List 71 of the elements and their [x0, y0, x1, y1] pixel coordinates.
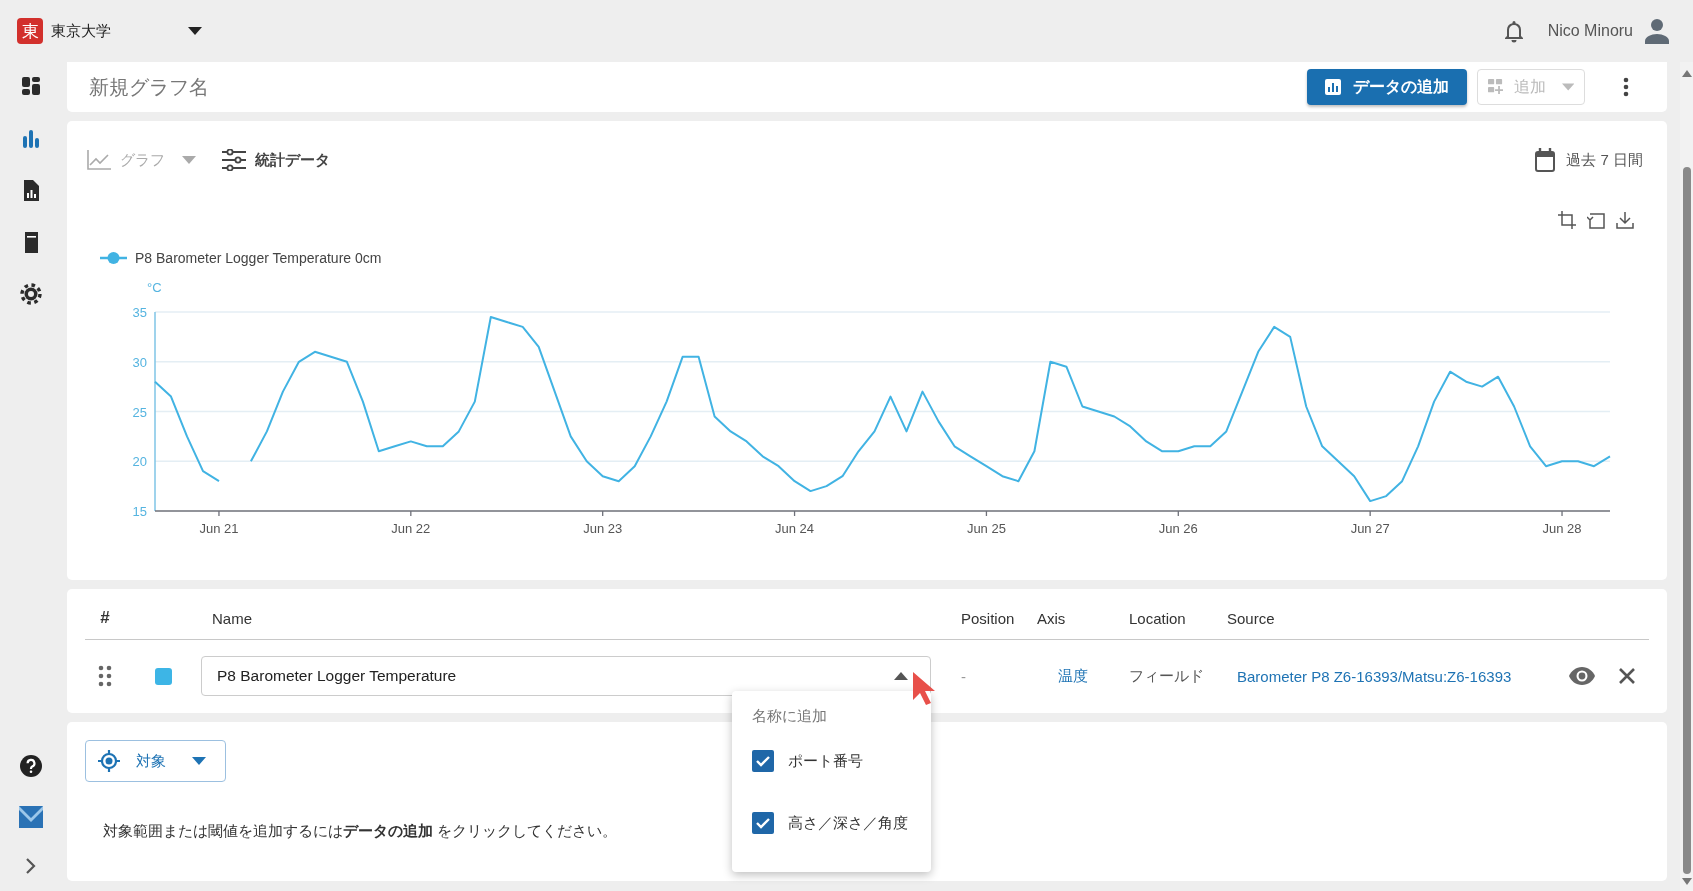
org-logo: 東 — [17, 18, 43, 44]
more-icon[interactable] — [1623, 77, 1629, 97]
legend-marker-icon[interactable] — [100, 252, 127, 264]
axis-tick-label: Jun 24 — [775, 521, 815, 536]
axis-tick-label: Jun 26 — [1158, 521, 1198, 536]
bell-icon[interactable] — [1502, 19, 1525, 43]
axis-tick-label: Jun 22 — [391, 521, 431, 536]
column-header: Source — [1227, 609, 1276, 627]
menu-title: 名称に追加 — [752, 707, 828, 726]
cursor-icon — [912, 671, 936, 705]
axis-tick-label: 20 — [132, 454, 147, 470]
axis-link[interactable]: 温度 — [1058, 666, 1088, 684]
hint-text: 対象範囲または閾値を追加するにはデータの追加 をクリックしてください。 — [103, 822, 618, 841]
source-link[interactable]: Barometer P8 Z6-16393/Matsu:Z6-16393 — [1237, 667, 1512, 685]
user-icon[interactable] — [1645, 18, 1669, 44]
download-icon[interactable] — [1616, 211, 1634, 229]
legend-label[interactable]: P8 Barometer Logger Temperature 0cm — [135, 250, 382, 266]
crop-icon[interactable] — [1558, 211, 1576, 229]
menu-option[interactable]: ポート番号 — [752, 740, 931, 782]
dashboard-icon[interactable] — [20, 75, 42, 98]
column-header: Name — [211, 609, 253, 627]
user-name[interactable]: Nico Minoru — [1547, 22, 1633, 40]
column-header: Axis — [1037, 609, 1067, 627]
table-cell-text: フィールド — [1129, 666, 1205, 686]
date-range-button[interactable]: 過去 7 日間 — [1535, 148, 1643, 172]
caret-icon[interactable] — [894, 672, 908, 680]
chevron-right-icon[interactable] — [25, 857, 37, 875]
scroll-thumb[interactable] — [1682, 167, 1691, 874]
settings-icon[interactable] — [20, 283, 42, 306]
axis-tick-label: Jun 23 — [583, 521, 623, 536]
help-icon[interactable] — [20, 755, 42, 777]
scrollbar[interactable] — [1680, 62, 1693, 891]
caret-icon — [182, 156, 196, 164]
rotate-icon[interactable] — [1587, 211, 1605, 229]
axis-tick-label: 35 — [132, 305, 147, 320]
target-dropdown[interactable]: 対象 — [85, 740, 226, 782]
scroll-down-icon[interactable] — [1681, 878, 1692, 885]
eye-icon[interactable] — [1568, 667, 1595, 685]
caret-icon — [1561, 83, 1574, 91]
add-data-button[interactable]: データの追加 — [1307, 69, 1467, 105]
column-header: # — [99, 608, 111, 628]
grid-plus-icon — [1488, 78, 1506, 96]
statistics-button[interactable]: 統計データ — [222, 149, 330, 171]
axis-tick-label: Jun 27 — [1350, 521, 1390, 536]
axis-tick-label: 25 — [132, 404, 147, 420]
axis-tick-label: Jun 25 — [966, 521, 1006, 536]
graph-title[interactable]: 新規グラフ名 — [89, 73, 209, 101]
checkbox[interactable] — [752, 812, 774, 834]
column-header: Location — [1129, 609, 1187, 627]
column-header: Position — [961, 609, 1016, 627]
line-chart-icon — [87, 150, 111, 170]
axis-unit-label: °C — [147, 280, 162, 295]
close-icon[interactable] — [1617, 667, 1636, 685]
axis-tick-label: Jun 28 — [1542, 521, 1582, 536]
axis-tick-label: 30 — [132, 354, 147, 370]
axis-tick-label: 15 — [132, 504, 147, 519]
drag-handle-icon[interactable] — [98, 665, 112, 687]
caret-icon[interactable] — [188, 27, 202, 35]
menu-option[interactable]: 高さ／深さ／角度 — [752, 802, 931, 844]
org-name: 東京大学 — [51, 21, 112, 41]
target-icon — [98, 750, 120, 772]
sliders-icon — [222, 149, 246, 171]
caret-icon — [192, 757, 206, 765]
axis-tick-label: Jun 21 — [199, 521, 239, 536]
table-cell-text: - — [961, 667, 967, 685]
calendar-icon — [1535, 148, 1556, 172]
scroll-up-icon[interactable] — [1681, 70, 1692, 77]
bar-chart-icon[interactable] — [20, 127, 42, 150]
color-swatch[interactable] — [154, 667, 172, 685]
checkbox[interactable] — [752, 750, 774, 772]
bar-chart-icon — [1325, 79, 1341, 95]
